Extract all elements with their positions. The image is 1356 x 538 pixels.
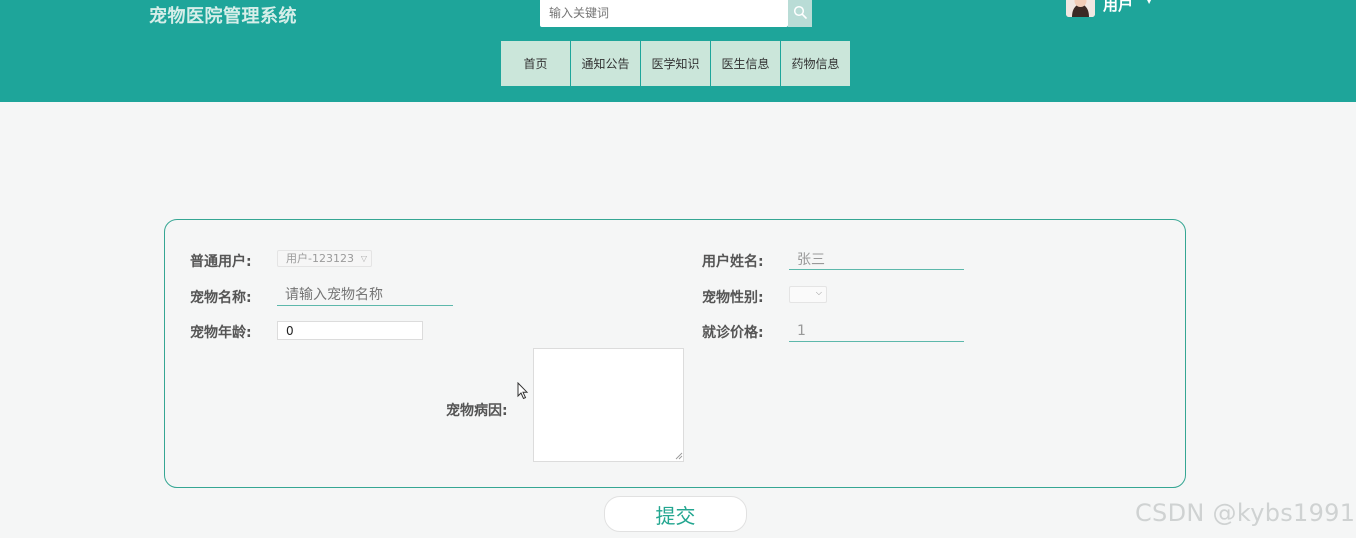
- user-menu-label[interactable]: 用户: [1103, 0, 1133, 15]
- watermark: CSDN @kybs1991: [1135, 499, 1356, 527]
- user-select-label: 普通用户:: [190, 254, 252, 270]
- username-field: [789, 248, 964, 270]
- chevron-down-icon: ⌵: [815, 288, 822, 297]
- user-select: 用户-123123 ▽: [277, 250, 372, 267]
- nav-item-medical-knowledge[interactable]: 医学知识: [641, 41, 710, 86]
- pet-gender-select[interactable]: ⌵: [789, 286, 827, 303]
- nav-item-home[interactable]: 首页: [501, 41, 570, 86]
- pet-name-label: 宠物名称:: [190, 290, 252, 306]
- submit-button[interactable]: 提交: [604, 496, 747, 532]
- main-nav: 首页 通知公告 医学知识 医生信息 药物信息: [501, 41, 851, 86]
- user-avatar[interactable]: [1066, 0, 1095, 17]
- username-label: 用户姓名:: [702, 254, 764, 270]
- mouse-cursor-icon: [517, 382, 529, 400]
- search-button[interactable]: [788, 0, 812, 27]
- price-field: [789, 320, 964, 342]
- user-select-value: 用户-123123: [286, 252, 354, 265]
- price-label: 就诊价格:: [702, 325, 764, 341]
- pet-age-field[interactable]: [277, 321, 423, 340]
- header-scalloped-edge: [0, 99, 1356, 105]
- resize-handle-icon[interactable]: [675, 452, 683, 460]
- pet-age-label: 宠物年龄:: [190, 325, 252, 341]
- search-input[interactable]: [540, 0, 788, 27]
- nav-item-medicines[interactable]: 药物信息: [781, 41, 850, 86]
- pet-name-field[interactable]: [277, 284, 453, 306]
- illness-textarea[interactable]: [533, 348, 684, 462]
- chevron-down-icon: ▽: [360, 254, 367, 263]
- pet-gender-label: 宠物性别:: [702, 290, 764, 306]
- site-title: 宠物医院管理系统: [149, 6, 297, 27]
- site-header: 宠物医院管理系统 用户 ▼ 首页 通知公告 医学知识 医生信息 药物信息: [0, 0, 1356, 102]
- illness-label: 宠物病因:: [446, 403, 508, 419]
- chevron-down-icon[interactable]: ▼: [1146, 0, 1152, 5]
- search-icon: [793, 4, 807, 23]
- nav-item-notices[interactable]: 通知公告: [571, 41, 640, 86]
- nav-item-doctors[interactable]: 医生信息: [711, 41, 780, 86]
